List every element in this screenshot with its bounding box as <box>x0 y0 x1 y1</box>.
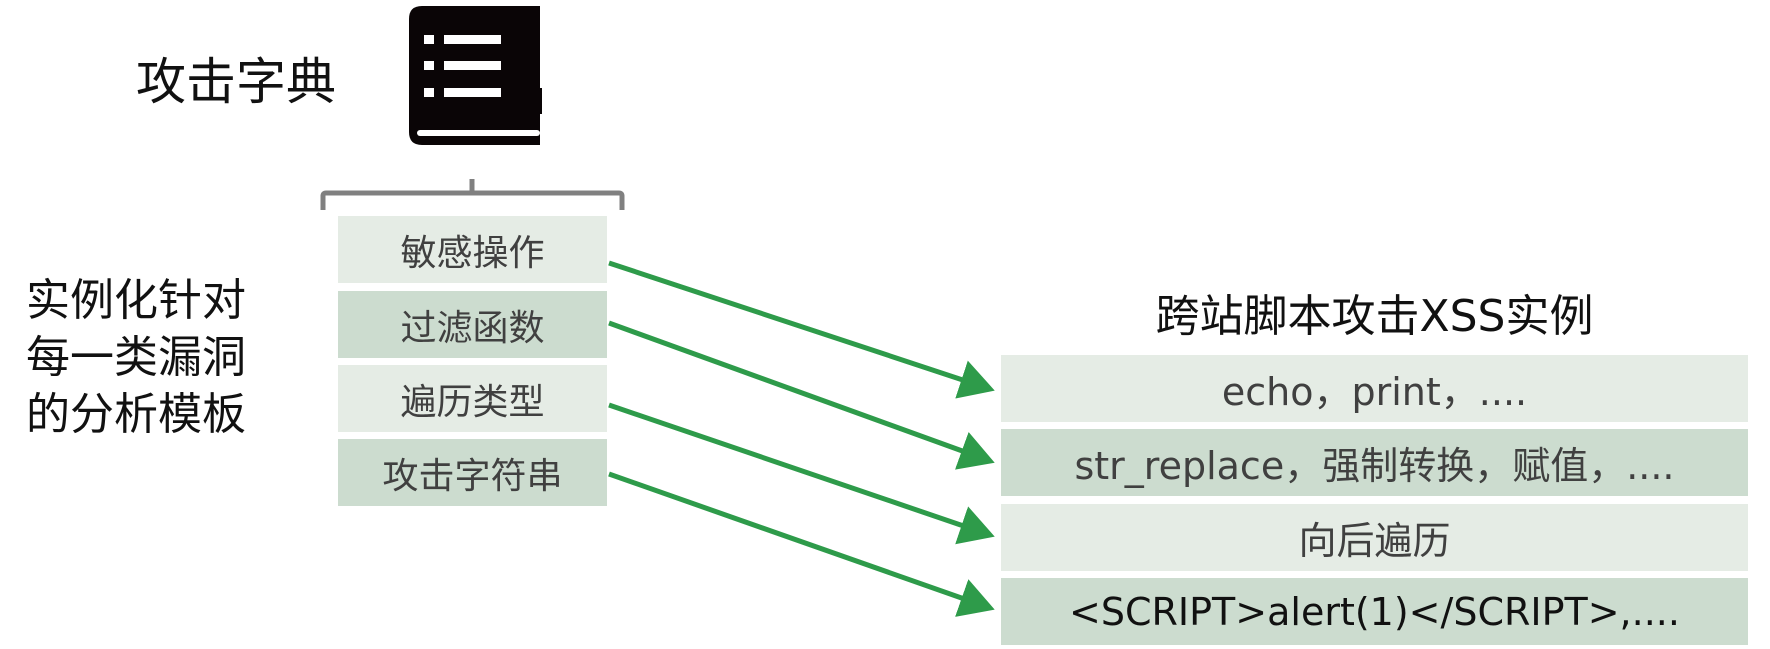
arrow-traverse-type <box>608 402 995 545</box>
arrow-sensitive-op <box>608 260 995 399</box>
diagram: 攻击字典 实例化针对 每一类漏洞 的分析模板 敏感操作 过滤函数 遍历类型 攻击… <box>0 0 1770 649</box>
side-label-line: 每一类漏洞 <box>26 332 246 383</box>
instance-item-attack-string: <SCRIPT>alert(1)</SCRIPT>,.... <box>1001 578 1748 645</box>
instance-item-traverse-type: 向后遍历 <box>1001 504 1748 571</box>
book-index-icon <box>409 6 542 145</box>
template-item-traverse-type: 遍历类型 <box>338 365 607 432</box>
arrow-filter-func <box>608 320 995 470</box>
template-item-filter-func: 过滤函数 <box>338 291 607 358</box>
bracket <box>320 179 625 210</box>
instance-item-filter-func: str_replace，强制转换，赋值，.... <box>1001 429 1748 496</box>
instance-item-sensitive-op: echo，print，.... <box>1001 355 1748 422</box>
instance-title: 跨站脚本攻击XSS实例 <box>1155 291 1594 342</box>
side-label-line: 的分析模板 <box>26 389 246 440</box>
arrow-attack-string <box>608 471 995 617</box>
side-label: 实例化针对 每一类漏洞 的分析模板 <box>26 272 246 443</box>
side-label-line: 实例化针对 <box>26 275 246 326</box>
template-item-sensitive-op: 敏感操作 <box>338 216 607 283</box>
template-item-attack-string: 攻击字符串 <box>338 439 607 506</box>
